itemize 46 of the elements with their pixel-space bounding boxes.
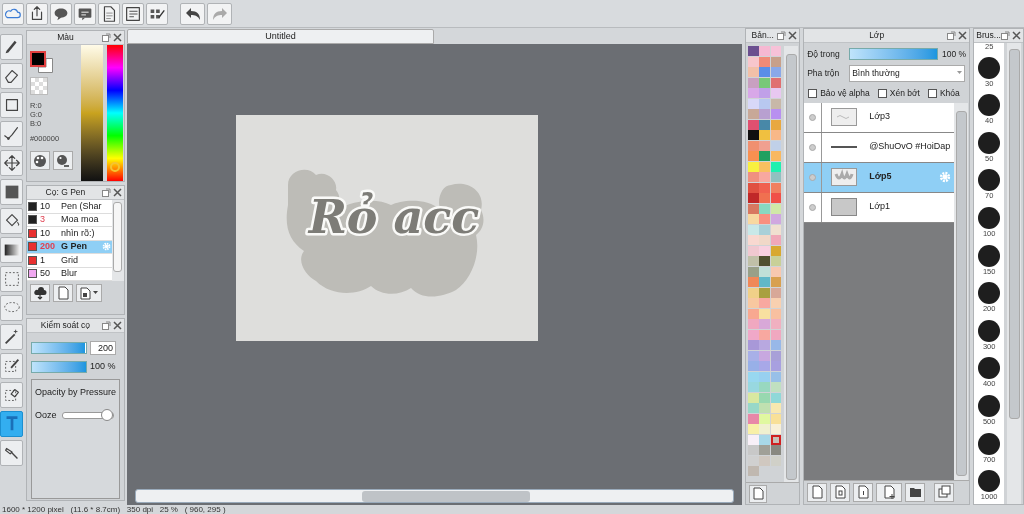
layer-row[interactable]: Lớp5 bbox=[804, 162, 955, 193]
layer-option-checkbox[interactable]: Khóa bbox=[927, 86, 960, 100]
brush-name: G Pen bbox=[60, 240, 88, 253]
brush-size: 50 bbox=[38, 267, 51, 280]
brush-name: Grid bbox=[60, 253, 79, 267]
layer-name: Lớp1 bbox=[869, 200, 892, 214]
brush-list-item[interactable]: 1 Grid bbox=[26, 254, 112, 268]
layer-row[interactable]: @ShuOvO #HoiDap bbox=[804, 132, 955, 163]
brush-list-item[interactable]: 50 Blur bbox=[26, 267, 112, 281]
layer-row[interactable]: Lớp1 bbox=[804, 192, 955, 223]
document-tab[interactable]: Untitled bbox=[126, 29, 434, 44]
panel-title: Brus... bbox=[976, 29, 1001, 42]
brush-size-value[interactable]: 200 bbox=[89, 341, 116, 355]
opacity-label: Độ trong bbox=[807, 48, 841, 61]
brush-list-item[interactable]: 10 Pen (Shar bbox=[26, 200, 112, 214]
blend-mode-dropdown[interactable]: Bình thường bbox=[849, 64, 966, 82]
ooze-label: Ooze bbox=[34, 409, 57, 422]
layer-option-checkbox[interactable]: Bảo vệ alpha bbox=[808, 86, 870, 100]
blend-mode-value: Bình thường bbox=[852, 66, 901, 80]
opacity-by-pressure-label: Opacity by Pressure bbox=[34, 385, 116, 399]
brush-size: 200 bbox=[38, 240, 56, 253]
panel-title: Cọ: G Pen bbox=[44, 186, 87, 199]
brush-size: 3 bbox=[38, 213, 46, 226]
brush-name: nhìn rõ:) bbox=[60, 226, 96, 240]
panel-title: Màu bbox=[56, 31, 75, 44]
layer-row[interactable]: Lớp3 bbox=[804, 102, 955, 133]
layer-name: Lớp5 bbox=[869, 170, 893, 184]
brush-opacity-value: 100 % bbox=[89, 360, 116, 373]
brush-name: Pen (Shar bbox=[60, 199, 103, 213]
brush-name: Blur bbox=[60, 267, 78, 280]
brush-list-item[interactable]: 10 nhìn rõ:) bbox=[26, 227, 112, 241]
brush-list-item[interactable]: 3 Moa moa bbox=[26, 213, 112, 227]
panel-title: Lớp bbox=[868, 29, 886, 42]
brush-size: 10 bbox=[38, 199, 51, 213]
panel-title: Bản... bbox=[750, 29, 775, 42]
brush-size: 10 bbox=[38, 226, 51, 240]
blend-mode-label: Pha trộn bbox=[807, 66, 841, 80]
brush-size: 1 bbox=[38, 253, 46, 267]
lettering-text: Rỏ acc bbox=[308, 190, 480, 244]
layer-opacity-value: 100 % bbox=[942, 48, 967, 61]
brush-name: Moa moa bbox=[60, 213, 100, 226]
layer-name: @ShuOvO #HoiDap bbox=[869, 140, 952, 154]
status-bar-text: 1600 * 1200 pixel (11.6 * 8.7cm) 350 dpi 25 % ( 960, 295 ) bbox=[1, 505, 227, 514]
layer-name: Lớp3 bbox=[869, 110, 892, 124]
layer-option-checkbox[interactable]: Xén bớt bbox=[877, 86, 920, 100]
panel-title: Kiểm soát cọ bbox=[39, 319, 91, 332]
